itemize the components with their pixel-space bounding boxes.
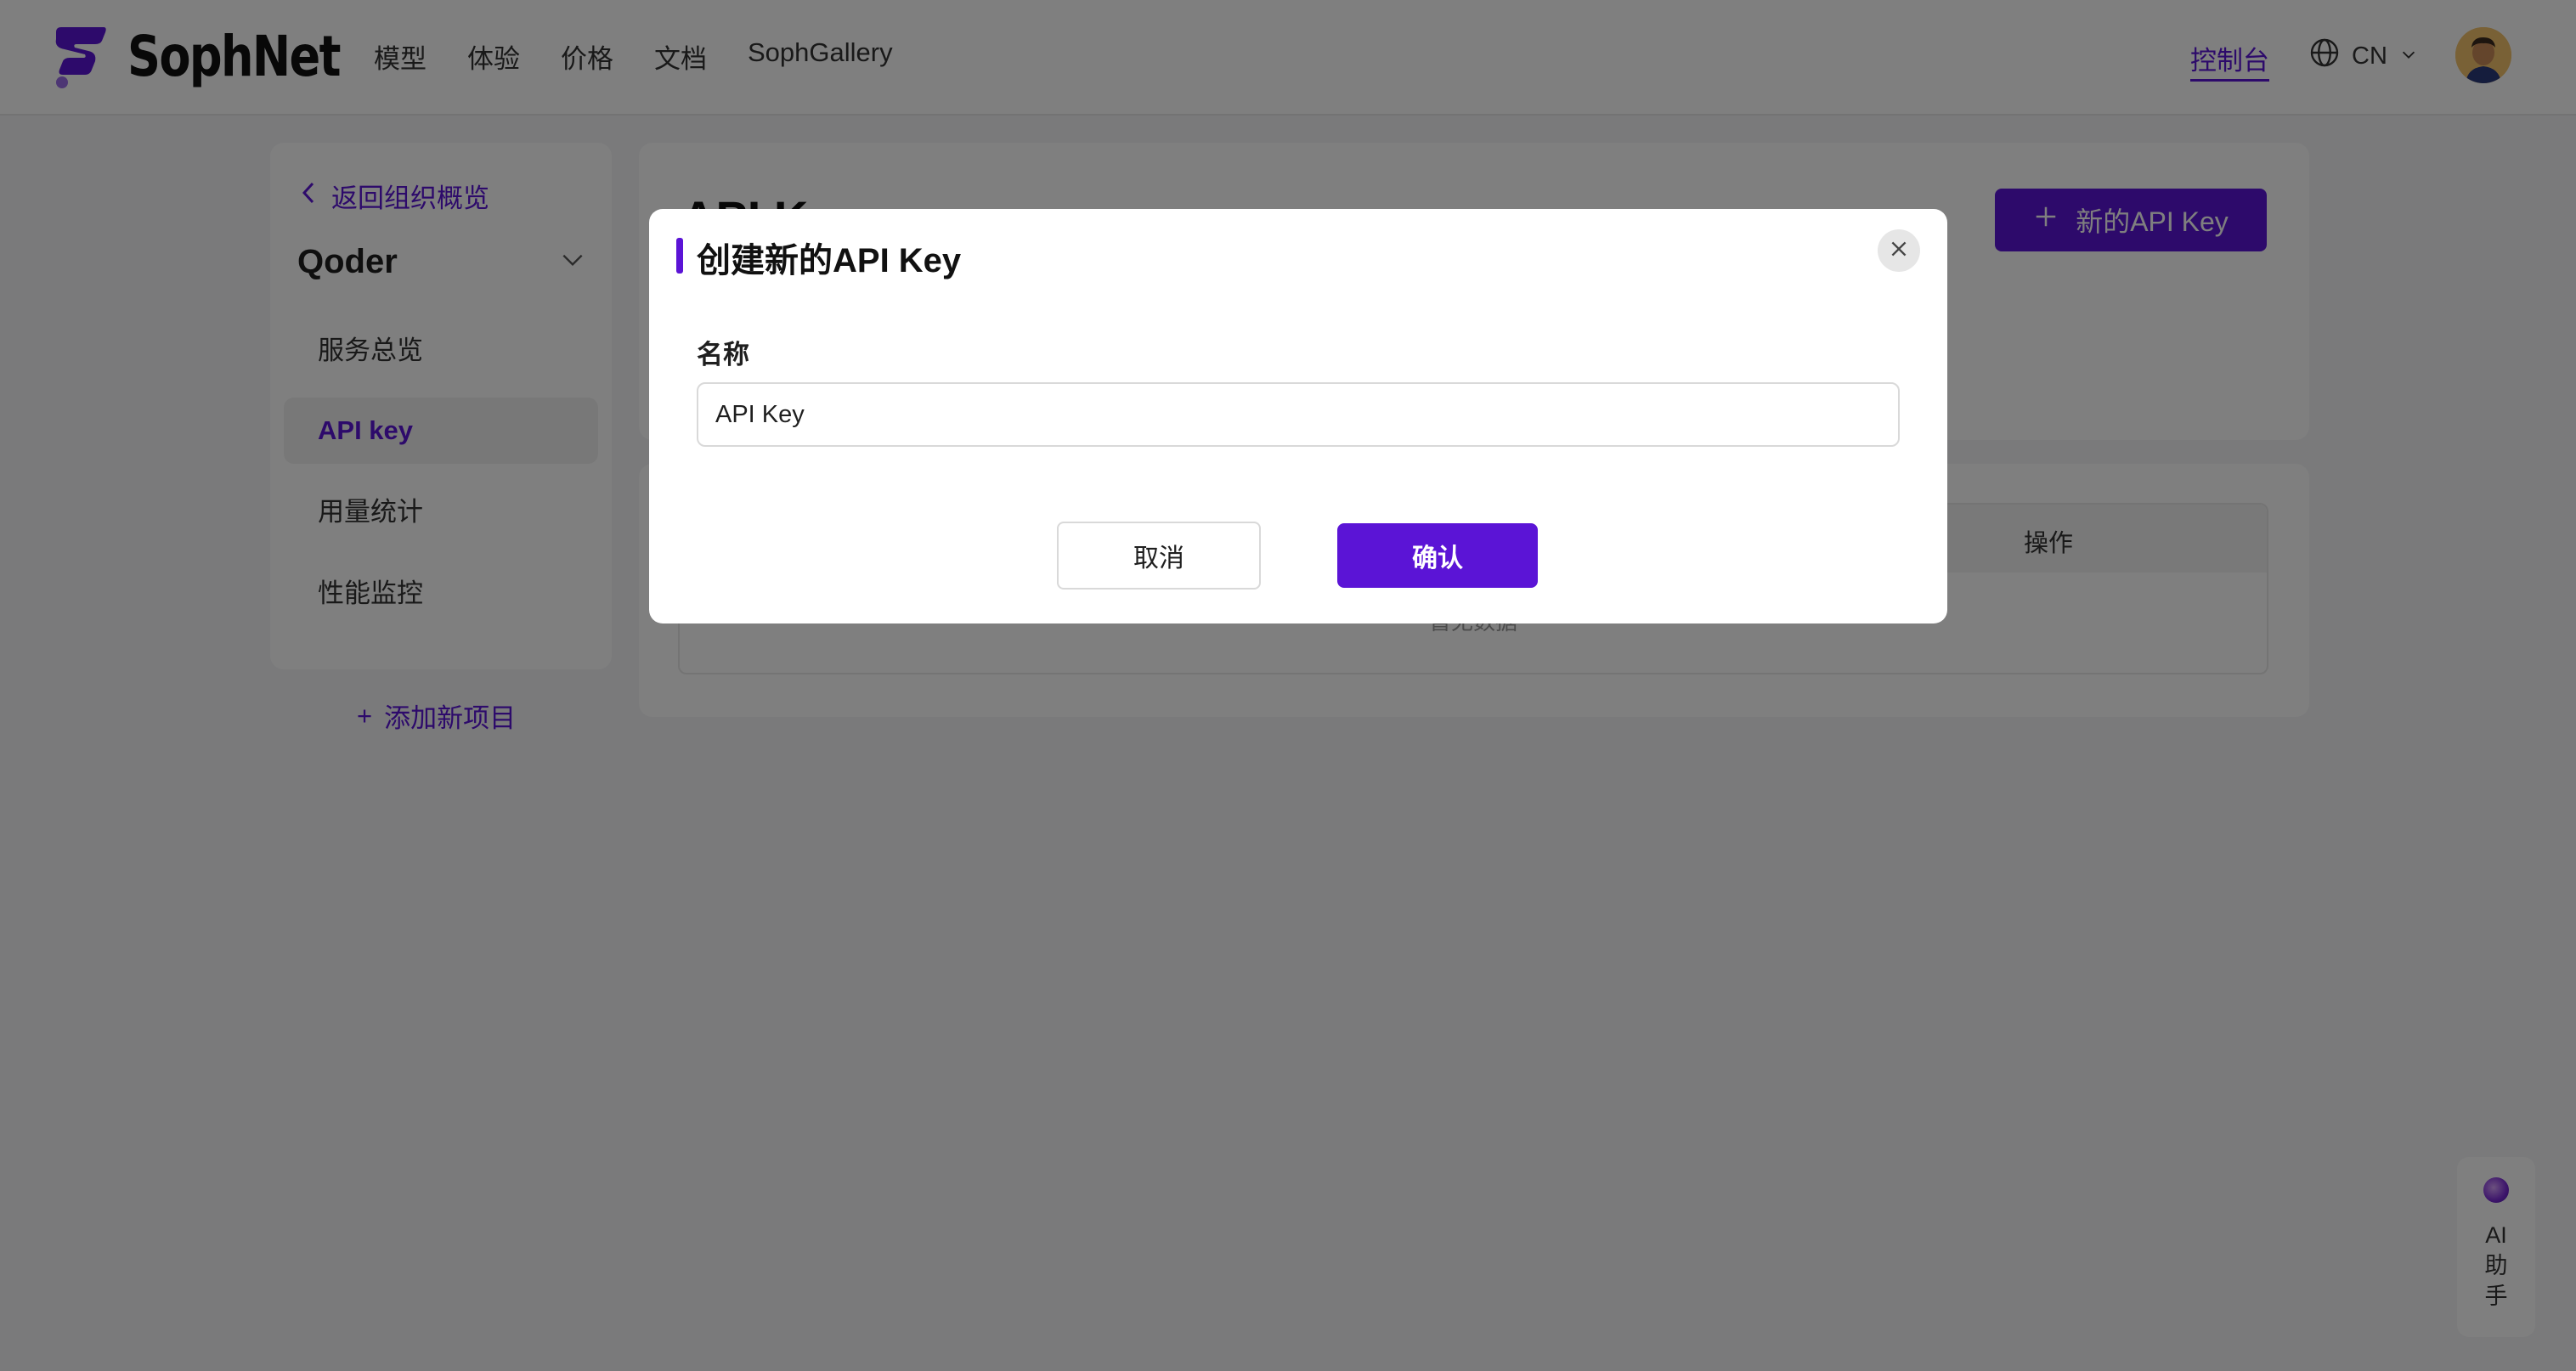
modal-overlay[interactable] xyxy=(0,0,2576,1371)
name-input[interactable] xyxy=(697,382,1900,447)
confirm-button[interactable]: 确认 xyxy=(1337,523,1538,588)
close-button[interactable] xyxy=(1878,229,1920,272)
dialog-title: 创建新的API Key xyxy=(697,242,962,279)
close-icon xyxy=(1888,238,1910,264)
name-field-label: 名称 xyxy=(697,340,749,370)
cancel-button[interactable]: 取消 xyxy=(1057,522,1261,590)
title-accent-bar xyxy=(676,238,683,274)
create-api-key-dialog: 创建新的API Key 名称 取消 确认 xyxy=(649,209,1947,623)
